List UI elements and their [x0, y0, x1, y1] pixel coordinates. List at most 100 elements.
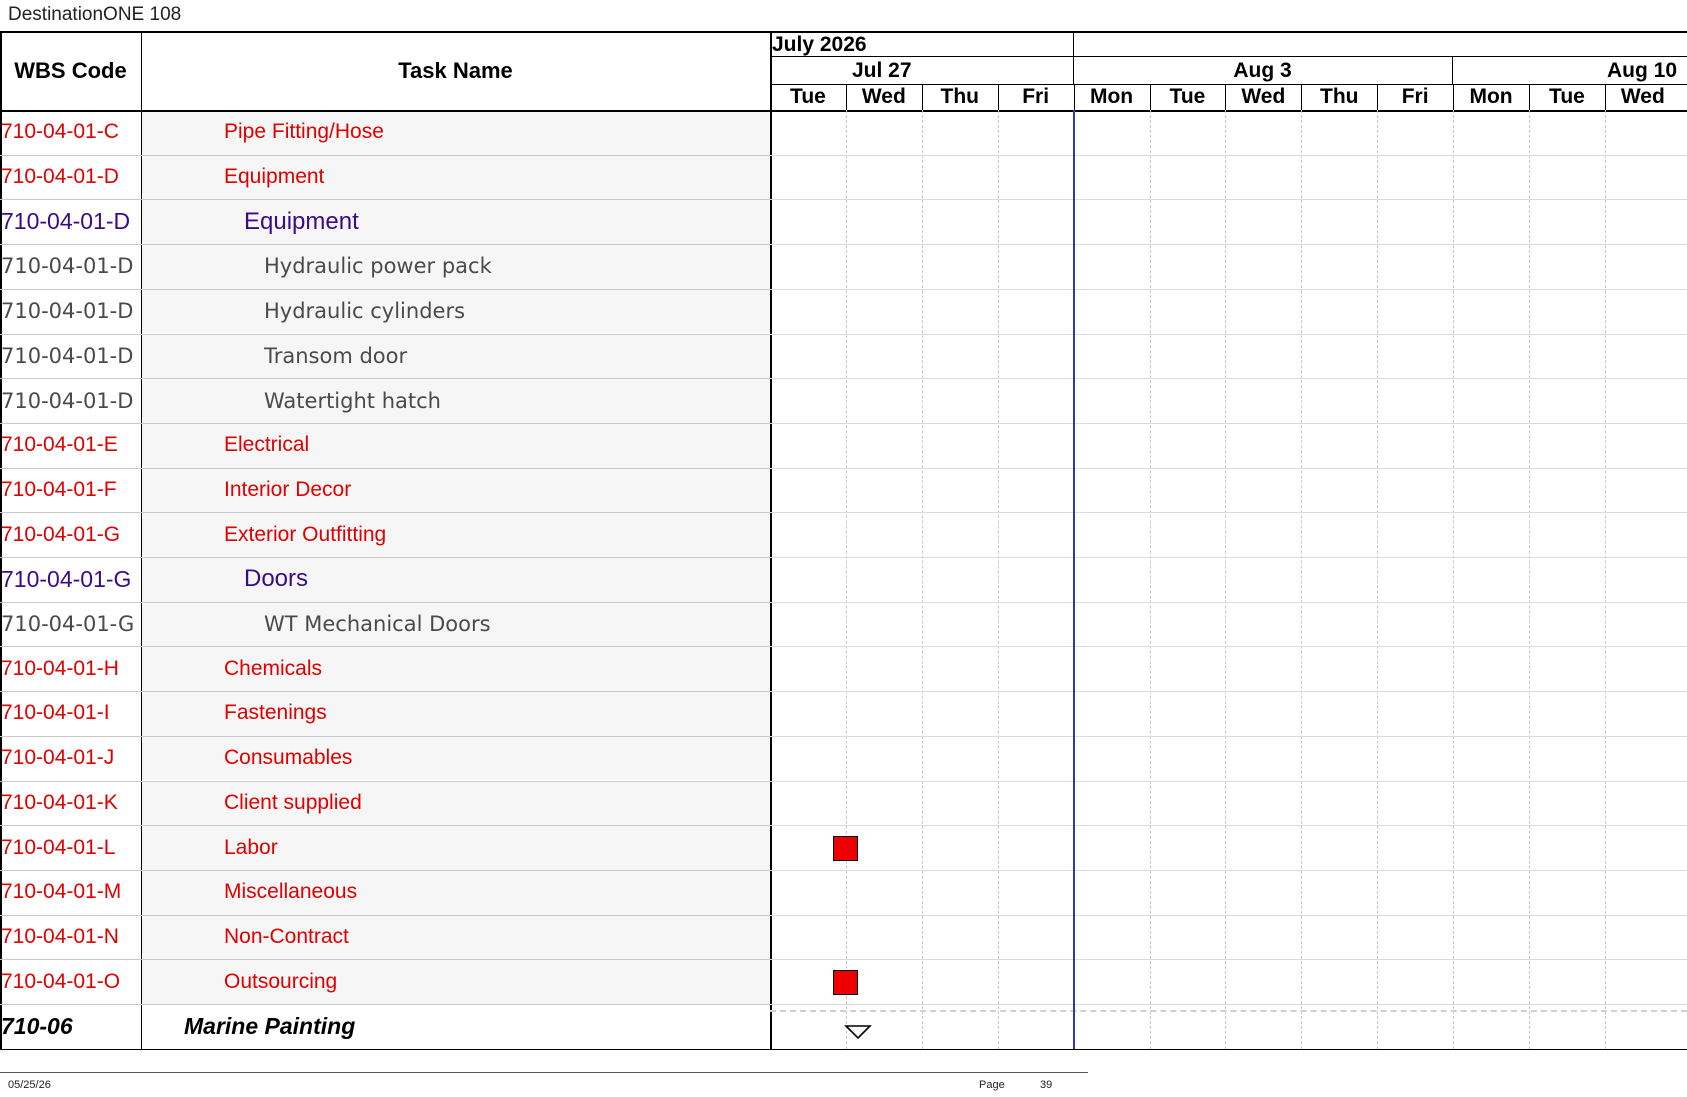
wbs-code-cell[interactable]: 710-04-01-K — [1, 781, 141, 826]
day-header-divider — [1377, 84, 1379, 110]
wbs-code-cell[interactable]: 710-04-01-G 01 — [1, 602, 141, 647]
row-divider — [770, 735, 1687, 737]
wbs-code-cell[interactable]: 710-04-01-H — [1, 646, 141, 691]
wbs-code-cell[interactable]: 710-04-01-D 01 — [1, 244, 141, 289]
task-name-cell[interactable]: Miscellaneous — [224, 870, 766, 915]
wbs-code-cell[interactable]: 710-04-01-M — [1, 870, 141, 915]
row-divider — [770, 512, 1687, 514]
row-divider — [770, 959, 1687, 961]
task-name-cell[interactable]: Watertight hatch — [264, 378, 766, 423]
wbs-code-cell[interactable]: 710-04-01-D 01 — [1, 289, 141, 334]
task-name-cell[interactable]: WT Mechanical Doors — [264, 602, 766, 647]
footer-page-number: 39 — [1040, 1079, 1053, 1091]
wbs-code-cell[interactable]: 710-04-01-F — [1, 468, 141, 513]
timescale-week: Aug 10 — [1606, 59, 1677, 82]
wbs-code-cell[interactable]: 710-04-01-D — [1, 199, 141, 244]
timescale-day: Tue — [1169, 85, 1206, 108]
timescale-day: Wed — [861, 85, 906, 108]
task-name-cell[interactable]: Client supplied — [224, 781, 766, 826]
day-gridline — [1149, 110, 1151, 1049]
timescale-week: Jul 27 — [852, 59, 912, 82]
timescale-day: Wed — [1241, 85, 1286, 108]
task-name-cell[interactable]: Transom door — [264, 334, 766, 379]
wbs-code-cell[interactable]: 710-04-01-G — [1, 557, 141, 602]
task-name-cell[interactable]: Electrical — [224, 423, 766, 468]
task-name-cell[interactable]: Labor — [224, 825, 766, 870]
day-gridline — [921, 110, 923, 1049]
timescale-day: Wed — [1620, 85, 1665, 108]
task-name-cell[interactable]: Exterior Outfitting — [224, 512, 766, 557]
task-name-cell[interactable]: Equipment — [244, 199, 766, 244]
milestone-marker[interactable] — [832, 835, 858, 861]
wbs-code-header[interactable]: WBS Code — [0, 31, 141, 110]
row-divider — [770, 557, 1687, 558]
wbs-code-cell[interactable]: 710-04-01-E — [1, 423, 141, 468]
current-date-line — [1073, 1004, 1075, 1049]
row-divider — [770, 244, 1687, 246]
task-name-cell[interactable]: Fastenings — [224, 691, 766, 736]
day-gridline — [1529, 110, 1530, 1049]
row-divider — [770, 378, 1687, 380]
document-title: DestinationONE 108 — [8, 4, 182, 25]
day-header-divider — [1529, 84, 1530, 110]
wbs-code-cell[interactable]: 710-04-01-O — [1, 959, 141, 1004]
row-divider — [770, 333, 1687, 335]
wbs-code-cell[interactable]: 710-04-01-N — [1, 915, 141, 960]
task-name-cell[interactable]: Interior Decor — [224, 468, 766, 513]
wbs-code-cell[interactable]: 710-04-01-G — [1, 512, 141, 557]
row-divider — [770, 780, 1687, 782]
wbs-code-cell[interactable]: 710-04-01-D — [1, 155, 141, 200]
timescale-day: Thu — [940, 85, 979, 108]
day-gridline — [1453, 110, 1455, 1049]
day-gridline — [1225, 110, 1227, 1049]
task-name-cell[interactable]: Pipe Fitting/Hose — [224, 110, 766, 155]
task-name-cell[interactable]: Outsourcing — [224, 959, 766, 1004]
row-divider — [770, 914, 1687, 916]
task-name-cell[interactable]: Consumables — [224, 736, 766, 781]
wbs-code-cell[interactable]: 710-04-01-D 01 — [1, 334, 141, 379]
task-name-cell[interactable]: Hydraulic power pack — [264, 244, 766, 289]
wbs-column-border — [141, 31, 142, 1049]
timescale-day: Mon — [1089, 85, 1134, 108]
row-divider — [770, 422, 1687, 424]
row-divider — [770, 825, 1687, 827]
current-date-line — [1073, 110, 1075, 1013]
task-name-cell[interactable]: Non-Contract — [224, 915, 766, 960]
wbs-code-cell[interactable]: 710-04-01-J — [1, 736, 141, 781]
task-name-header[interactable]: Task Name — [141, 31, 770, 110]
task-name-cell[interactable]: Doors — [244, 557, 766, 602]
day-gridline — [997, 110, 999, 1049]
milestone-marker[interactable] — [832, 969, 858, 995]
wbs-code-cell[interactable]: 710-04-01-I — [1, 691, 141, 736]
task-name-cell[interactable]: Marine Painting — [184, 1004, 766, 1049]
row-divider — [770, 691, 1687, 693]
row-divider — [770, 199, 1687, 201]
wbs-code-cell[interactable]: 710-04-01-L — [1, 825, 141, 870]
row-divider — [770, 1004, 1687, 1005]
summary-bar-outline — [770, 1010, 1687, 1012]
footer-date: 05/25/26 — [8, 1079, 51, 1091]
row-divider — [770, 601, 1687, 603]
table-bottom-border — [0, 1048, 1687, 1051]
day-gridline — [1377, 110, 1379, 1049]
wbs-code-cell[interactable]: 710-06 — [1, 1004, 141, 1049]
day-gridline — [1301, 110, 1303, 1049]
day-header-divider — [1149, 84, 1151, 110]
row-divider — [770, 154, 1687, 156]
day-header-divider — [1604, 84, 1606, 110]
timescale-day: Fri — [1401, 85, 1429, 108]
task-name-cell[interactable]: Hydraulic cylinders — [264, 289, 766, 334]
task-name-cell[interactable]: Chemicals — [224, 646, 766, 691]
timescale-day: Tue — [790, 85, 826, 108]
timescale-month: July 2026 — [772, 33, 867, 56]
wbs-code-cell[interactable]: 710-04-01-C — [1, 110, 141, 155]
day-header-divider — [997, 84, 999, 110]
wbs-code-cell[interactable]: 710-04-01-D 01 — [1, 378, 141, 423]
day-header-divider — [1225, 84, 1227, 110]
row-divider — [770, 288, 1687, 290]
timescale-day: Fri — [1022, 85, 1050, 108]
month-divider — [1073, 31, 1074, 56]
footer-rule — [0, 1072, 1088, 1073]
row-divider — [770, 467, 1687, 469]
task-name-cell[interactable]: Equipment — [224, 155, 766, 200]
